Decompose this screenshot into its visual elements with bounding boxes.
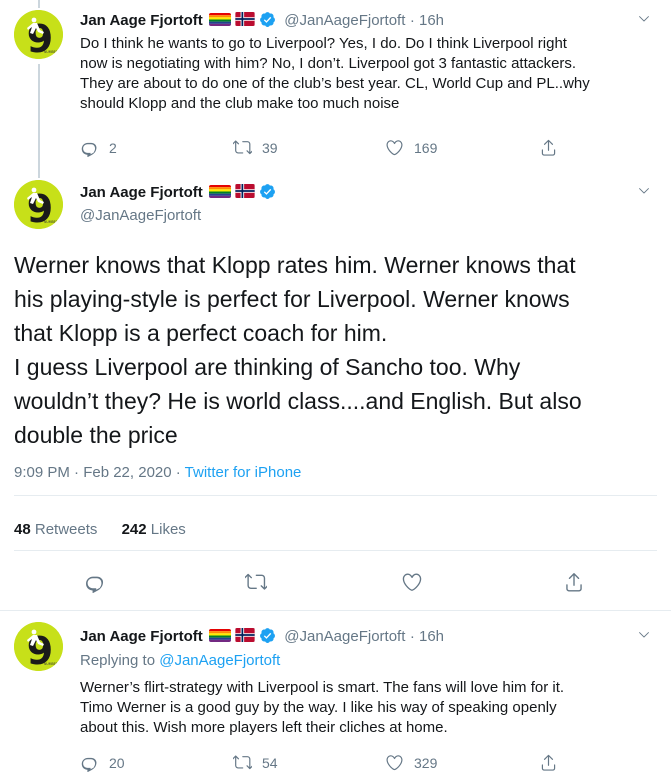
avatar[interactable] (14, 180, 63, 229)
norway-flag-icon (235, 628, 255, 642)
author-name[interactable]: Jan Aage Fjortoft (80, 628, 203, 645)
like-button[interactable]: 169 (385, 138, 437, 157)
reply-icon (84, 571, 106, 593)
like-count: 169 (414, 139, 438, 156)
tweet-time[interactable]: 16h (419, 12, 444, 29)
rainbow-flag-icon (209, 185, 231, 198)
retweets-count: 48 (14, 521, 31, 538)
rainbow-flag-icon (209, 13, 231, 26)
thread-line (38, 64, 40, 170)
replying-to: Replying to @JanAageFjortoft (80, 652, 280, 669)
share-button[interactable] (539, 753, 568, 772)
retweet-count: 54 (262, 754, 278, 771)
author-handle[interactable]: @JanAageFjortoft (284, 628, 405, 645)
author-name[interactable]: Jan Aage Fjortoft (80, 12, 203, 29)
reply-button[interactable]: 2 (80, 138, 117, 157)
retweet-button[interactable]: 39 (233, 138, 278, 157)
norway-flag-icon (235, 184, 255, 198)
tweet-time[interactable]: 16h (419, 628, 444, 645)
like-count: 329 (414, 754, 438, 771)
reply-icon (80, 753, 99, 772)
retweets-label: Retweets (34, 521, 98, 538)
tweet-1[interactable]: Jan Aage Fjortoft @JanAageFjortoft · 16h… (0, 0, 671, 170)
tweet-timestamp[interactable]: 9:09 PM · Feb 22, 2020 · (14, 464, 185, 481)
tweet-stats: 48 Retweets 242 Likes (14, 521, 186, 538)
retweets-stat[interactable]: 48 Retweets (14, 521, 97, 538)
tweet-header: Jan Aage Fjortoft @JanAageFjortoft · 16h (80, 11, 444, 30)
likes-label: Likes (150, 521, 186, 538)
author-name[interactable]: Jan Aage Fjortoft (80, 184, 203, 201)
thread-line-top (38, 0, 40, 8)
replying-to-handle[interactable]: @JanAageFjortoft (159, 652, 280, 669)
tweet-text: Werner’s flirt-strategy with Liverpool i… (80, 679, 565, 736)
verified-icon (259, 183, 276, 200)
reply-icon (80, 138, 99, 157)
share-icon (563, 571, 585, 593)
thread-line (38, 170, 40, 178)
divider (14, 495, 657, 496)
author-handle[interactable]: @JanAageFjortoft (80, 207, 201, 224)
divider (14, 550, 657, 551)
share-icon (539, 753, 558, 772)
tweet-text: Werner knows that Klopp rates him. Werne… (14, 252, 582, 448)
like-icon (385, 138, 404, 157)
verified-icon (259, 11, 276, 28)
retweet-count: 39 (262, 139, 278, 156)
likes-count: 242 (121, 521, 147, 538)
reply-count: 20 (109, 754, 125, 771)
reply-count: 2 (109, 139, 117, 156)
retweet-icon (233, 753, 252, 772)
retweet-button[interactable]: 54 (233, 753, 278, 772)
like-button[interactable]: 329 (385, 753, 437, 772)
share-button[interactable] (539, 138, 568, 157)
retweet-icon (233, 138, 252, 157)
tweet-header: Jan Aage Fjortoft @JanAageFjortoft · 16h (80, 627, 444, 646)
likes-stat[interactable]: 242 Likes (122, 521, 186, 538)
chevron-down-icon[interactable] (637, 628, 651, 642)
avatar[interactable] (14, 10, 63, 59)
rainbow-flag-icon (209, 629, 231, 642)
retweet-icon (245, 571, 267, 593)
dot-separator: · (409, 12, 419, 29)
replying-to-label: Replying to (80, 652, 160, 669)
tweet-meta: 9:09 PM · Feb 22, 2020 · Twitter for iPh… (14, 464, 301, 481)
tweet-text: Do I think he wants to go to Liverpool? … (80, 35, 590, 112)
like-icon (385, 753, 404, 772)
retweet-button[interactable] (245, 571, 267, 593)
chevron-down-icon[interactable] (637, 184, 651, 198)
source-app-link[interactable]: Twitter for iPhone (185, 464, 302, 481)
reply-button[interactable]: 20 (80, 753, 125, 772)
chevron-down-icon[interactable] (637, 12, 651, 26)
dot-separator: · (409, 628, 419, 645)
tweet-header: Jan Aage Fjortoft (80, 183, 276, 202)
norway-flag-icon (235, 12, 255, 26)
reply-button[interactable] (84, 571, 106, 593)
verified-icon (259, 627, 276, 644)
share-button[interactable] (563, 571, 585, 593)
like-icon (401, 571, 423, 593)
avatar[interactable] (14, 622, 63, 671)
main-tweet: Jan Aage Fjortoft @JanAageFjortoft Werne… (0, 170, 671, 610)
like-button[interactable] (401, 571, 423, 593)
reply-tweet[interactable]: Jan Aage Fjortoft @JanAageFjortoft · 16h… (0, 611, 671, 784)
share-icon (539, 138, 558, 157)
author-handle[interactable]: @JanAageFjortoft (284, 12, 405, 29)
